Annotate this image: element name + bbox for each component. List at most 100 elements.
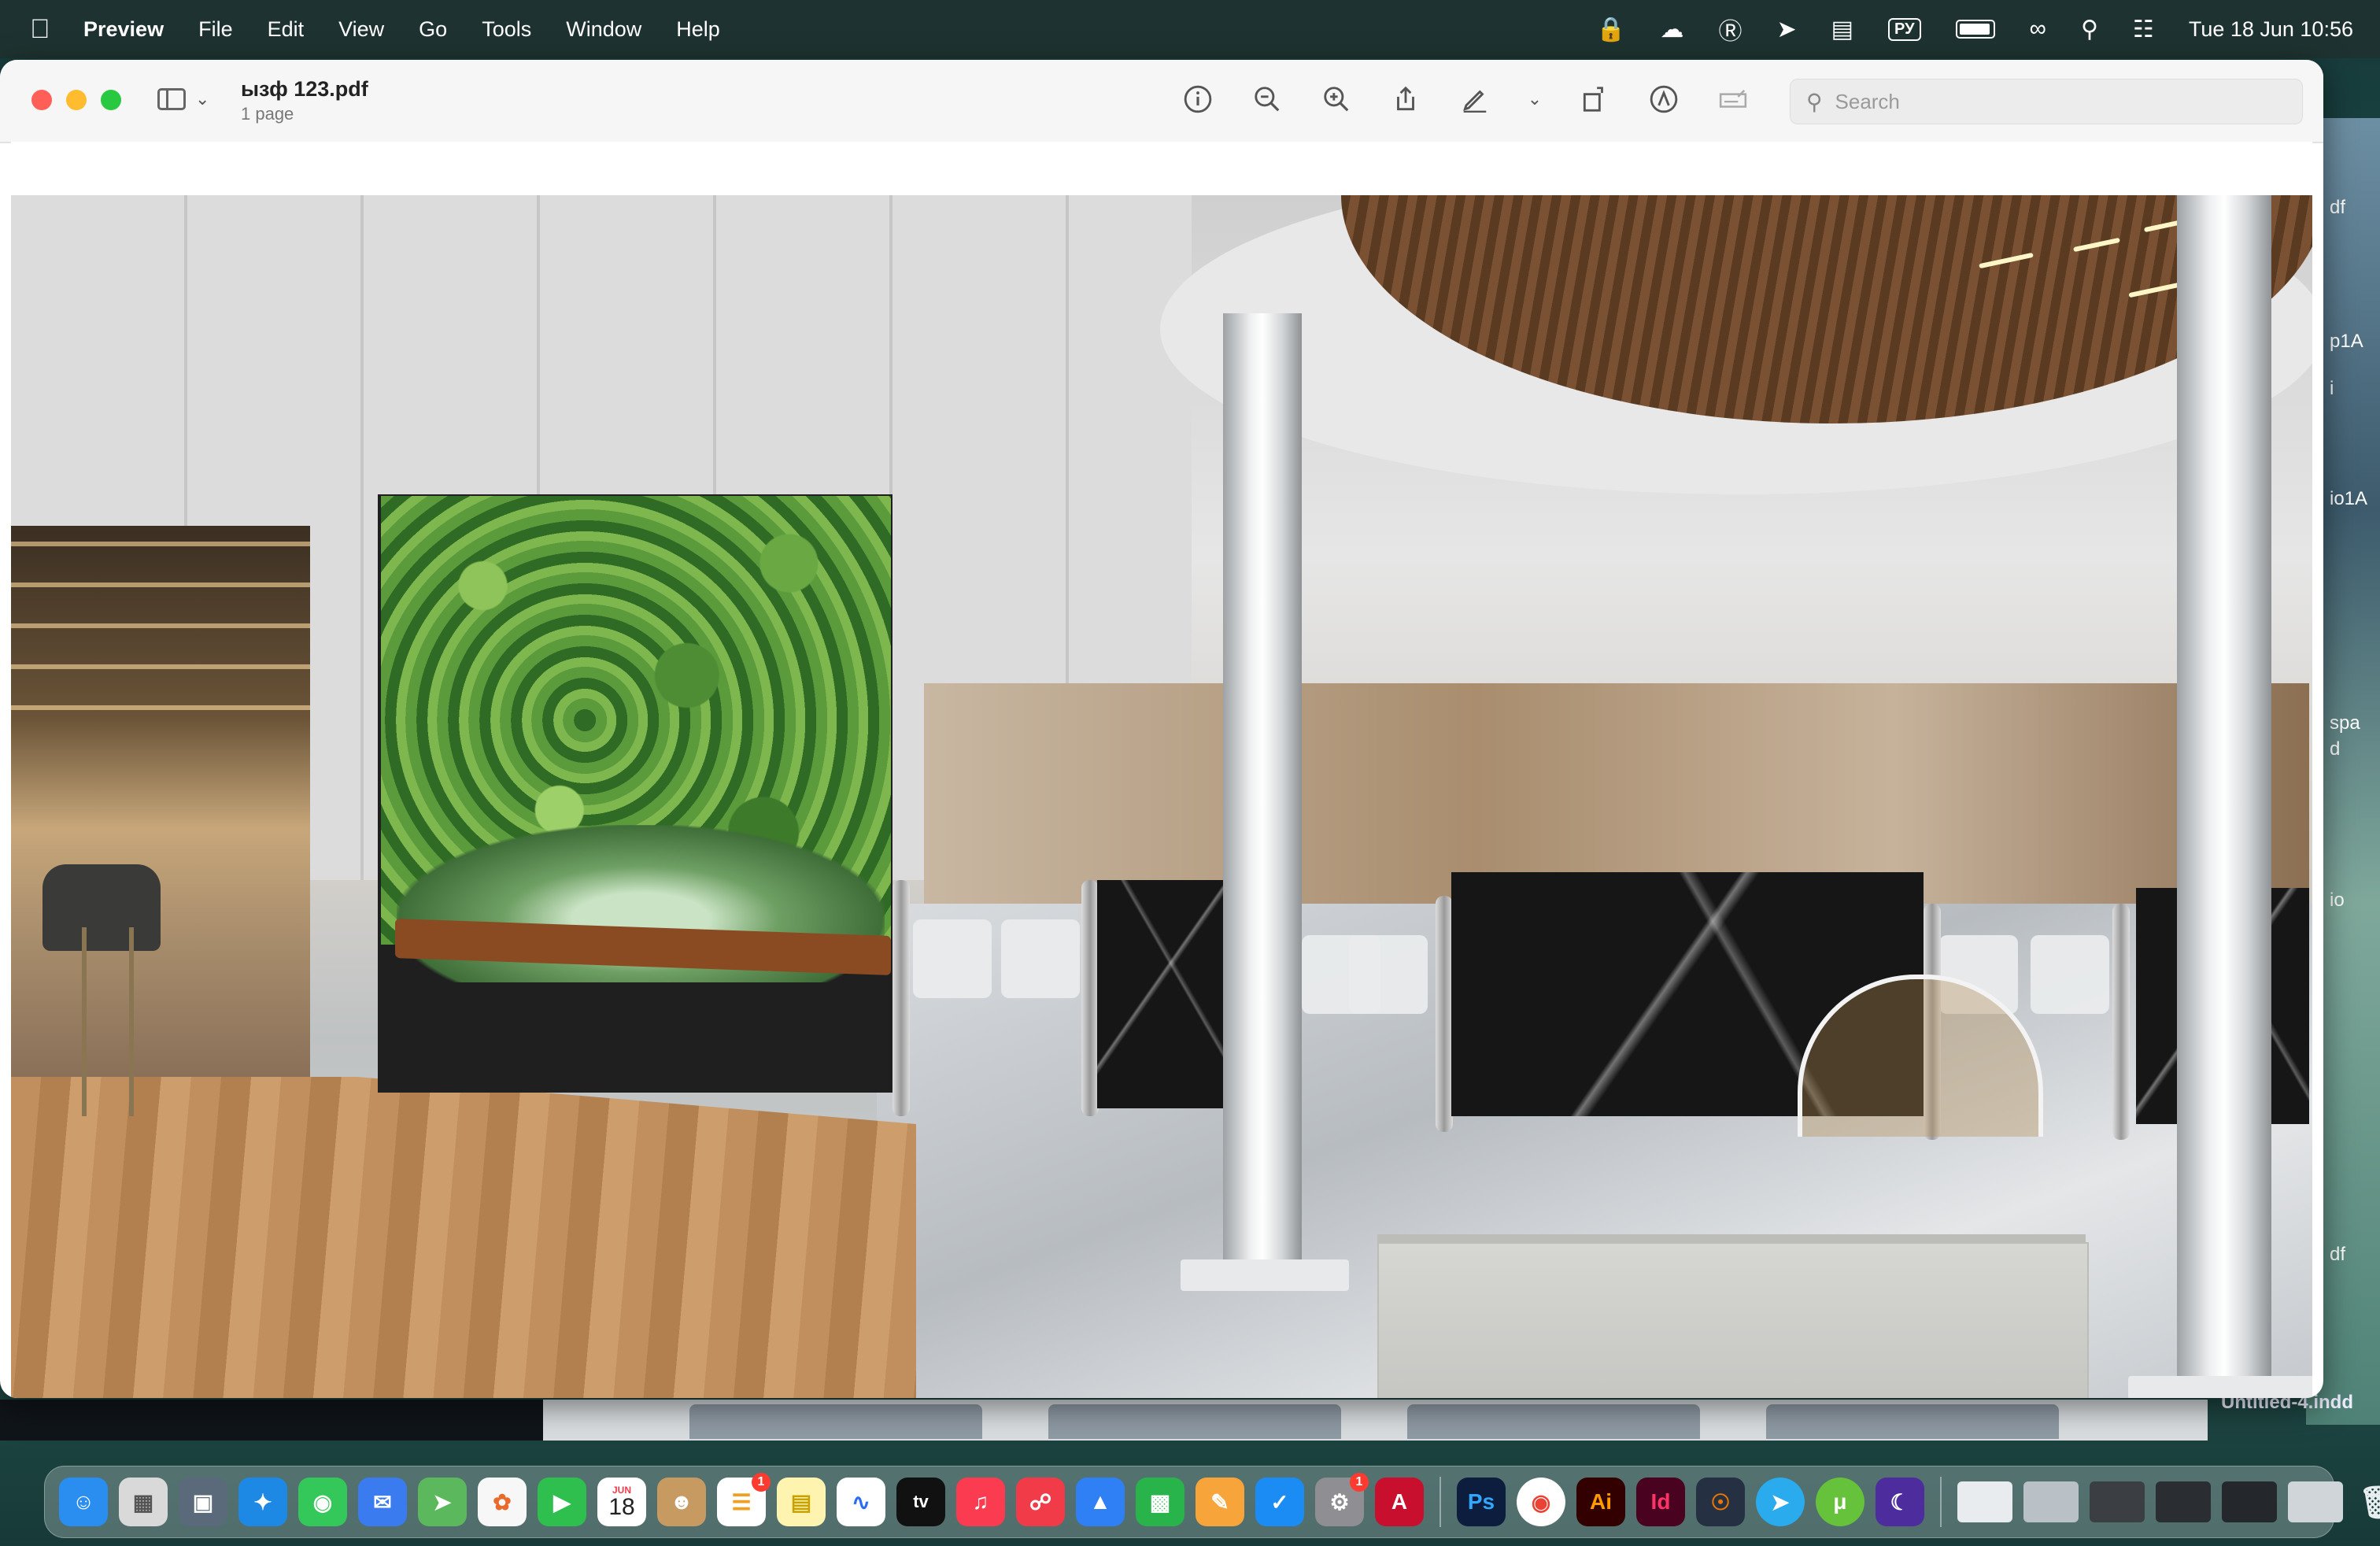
scribble-icon: ∿: [852, 1489, 870, 1515]
markup-button[interactable]: [1458, 82, 1492, 117]
menu-edit[interactable]: Edit: [268, 17, 305, 42]
dock-tv[interactable]: tv: [896, 1478, 945, 1526]
trash-icon: 🗑: [2358, 1485, 2380, 1520]
column-base: [1181, 1259, 1349, 1291]
dock-separator: [1940, 1477, 1942, 1527]
location-icon[interactable]: ➤: [1777, 16, 1797, 43]
background-thumbnail[interactable]: [689, 1404, 982, 1439]
menu-window[interactable]: Window: [566, 17, 641, 42]
rotate-button[interactable]: [1577, 82, 1612, 117]
paper-plane-icon: ➤: [1771, 1489, 1790, 1515]
dock-music[interactable]: ♫: [956, 1478, 1005, 1526]
menu-file[interactable]: File: [198, 17, 233, 42]
apple-menu-icon[interactable]: : [30, 14, 61, 45]
dock-facetime[interactable]: ▶: [538, 1478, 586, 1526]
menu-go[interactable]: Go: [419, 17, 447, 42]
dock-launchpad[interactable]: ▦: [119, 1478, 168, 1526]
dock-blender[interactable]: ☉: [1696, 1478, 1745, 1526]
bg-label: p1A: [2330, 331, 2363, 352]
markup-menu-chevron[interactable]: ⌄: [1527, 82, 1543, 117]
form-fill-button[interactable]: [1716, 82, 1750, 117]
person-icon: ☻: [670, 1489, 693, 1514]
dock-pages[interactable]: ✎: [1196, 1478, 1244, 1526]
dock-utorrent[interactable]: μ: [1816, 1478, 1864, 1526]
search-input[interactable]: [1833, 88, 2278, 115]
dock-minimized-window[interactable]: [1957, 1481, 2012, 1522]
dock-contacts[interactable]: ☻: [657, 1478, 706, 1526]
dock-photos[interactable]: ✿: [478, 1478, 527, 1526]
close-button[interactable]: [31, 90, 52, 110]
dock-finder[interactable]: ☺: [59, 1478, 108, 1526]
keyboard-layout-indicator[interactable]: РУ: [1888, 17, 1921, 41]
wordpress-icon[interactable]: Ⓡ: [1719, 12, 1743, 46]
menu-app-name[interactable]: Preview: [83, 17, 164, 42]
info-button[interactable]: [1181, 82, 1215, 117]
share-button[interactable]: [1388, 82, 1423, 117]
dock-minimized-window[interactable]: [2156, 1481, 2211, 1522]
dock-maps[interactable]: ➤: [418, 1478, 467, 1526]
dock-autocad[interactable]: A: [1375, 1478, 1424, 1526]
background-thumbnail[interactable]: [1766, 1404, 2059, 1439]
flower-icon: ✿: [493, 1489, 512, 1515]
document-canvas[interactable]: [11, 142, 2312, 1398]
spotlight-search-icon[interactable]: ⚲: [2081, 16, 2098, 43]
dock-news[interactable]: ☍: [1016, 1478, 1065, 1526]
dock-illustrator[interactable]: Ai: [1576, 1478, 1625, 1526]
dock-reminders[interactable]: ☰ 1: [717, 1473, 771, 1526]
dock-mail[interactable]: ✉: [358, 1478, 407, 1526]
memory-icon[interactable]: ▤: [1831, 16, 1853, 43]
marble-block: [1097, 880, 1223, 1108]
search-field[interactable]: ⚲: [1790, 79, 2303, 124]
menu-clock[interactable]: Tue 18 Jun 10:56: [2189, 17, 2353, 42]
link-icon[interactable]: ∞: [2030, 16, 2046, 43]
dock-system-settings[interactable]: ⚙ 1: [1315, 1473, 1369, 1526]
dock-telegram[interactable]: ➤: [1756, 1478, 1805, 1526]
dock-photoshop[interactable]: Ps: [1457, 1478, 1506, 1526]
control-center-icon[interactable]: ☷: [2133, 16, 2154, 43]
annotate-button[interactable]: [1646, 82, 1681, 117]
document-title[interactable]: ызф 123.pdf: [241, 77, 368, 102]
video-camera-icon: ▶: [553, 1489, 571, 1515]
dock-messages[interactable]: ◉: [298, 1478, 347, 1526]
dock-minimized-window[interactable]: [2222, 1481, 2277, 1522]
dock-other-app[interactable]: ☾: [1876, 1478, 1924, 1526]
lock-icon[interactable]: 🔒: [1596, 16, 1625, 43]
chevron-down-icon: ⌄: [1527, 89, 1543, 109]
status-area: 🔒 ☁ Ⓡ ➤ ▤ РУ ∞ ⚲ ☷ Tue 18 Jun 10:56: [1596, 0, 2353, 58]
dock-safari[interactable]: ✦: [238, 1478, 287, 1526]
dock-notes[interactable]: ▤: [777, 1478, 826, 1526]
dock-minimized-window[interactable]: [2288, 1481, 2343, 1522]
moon-icon: ☾: [1890, 1489, 1910, 1515]
dock-keynote[interactable]: ▲: [1076, 1478, 1125, 1526]
menu-tools[interactable]: Tools: [482, 17, 531, 42]
background-thumbnail[interactable]: [1407, 1404, 1700, 1439]
envelope-icon: ✉: [373, 1489, 392, 1515]
creative-cloud-icon[interactable]: ☁: [1661, 16, 1684, 43]
podium-icon: ▲: [1089, 1489, 1111, 1514]
dock-minimized-window[interactable]: [2023, 1481, 2079, 1522]
zoom-in-button[interactable]: [1319, 82, 1354, 117]
zoom-out-button[interactable]: [1250, 82, 1284, 117]
preview-window: ⌄ ызф 123.pdf 1 page ⌄ ⚲ Search: [0, 60, 2323, 1398]
search-icon: ⚲: [1806, 89, 1823, 114]
menu-help[interactable]: Help: [676, 17, 720, 42]
window-toolbar: ⌄ ызф 123.pdf 1 page ⌄ ⚲ Search: [0, 60, 2323, 143]
battery-icon[interactable]: [1955, 20, 1995, 39]
fullscreen-button[interactable]: [101, 90, 121, 110]
dock-chrome[interactable]: ◉: [1517, 1478, 1565, 1526]
bar-stool: [42, 864, 161, 951]
minimize-button[interactable]: [66, 90, 87, 110]
background-thumbnail[interactable]: [1048, 1404, 1341, 1439]
menu-view[interactable]: View: [338, 17, 384, 42]
calendar-day: 18: [608, 1494, 635, 1520]
dock-freeform[interactable]: ∿: [837, 1478, 885, 1526]
dock-indesign[interactable]: Id: [1636, 1478, 1685, 1526]
dock-calendar[interactable]: JUN 18: [597, 1478, 646, 1526]
dock-numbers[interactable]: ▩: [1136, 1478, 1184, 1526]
menu-bar:  Preview File Edit View Go Tools Window…: [0, 0, 2380, 58]
dock-app-store[interactable]: ✓: [1255, 1478, 1304, 1526]
sidebar-toggle-button[interactable]: ⌄: [157, 88, 209, 110]
dock-screenshot[interactable]: ▣: [179, 1478, 227, 1526]
dock-trash[interactable]: 🗑: [2354, 1478, 2380, 1526]
dock-minimized-window[interactable]: [2090, 1481, 2145, 1522]
